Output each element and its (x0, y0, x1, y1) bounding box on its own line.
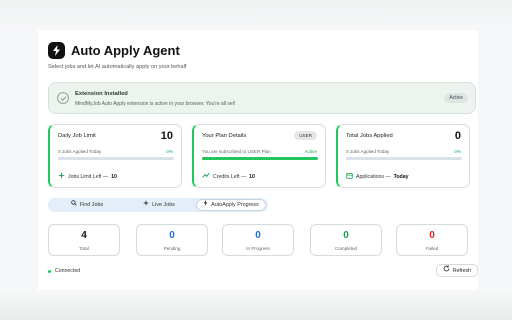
tab-label: Live Jobs (152, 202, 175, 208)
tab-autoapply-progress[interactable]: AutoApply Progress (196, 199, 266, 211)
card-label: Daily Job Limit (58, 133, 96, 139)
footer-value: 10 (249, 173, 255, 180)
card-label: Your Plan Details (202, 133, 247, 139)
refresh-icon (443, 264, 450, 277)
connection-status: Connected (48, 268, 80, 274)
card-subtext: 0 Jobs Applied Today (346, 149, 390, 154)
auto-apply-panel: Auto Apply Agent Select jobs and let AI … (38, 30, 478, 292)
stat-label: In Progress (246, 246, 270, 251)
page-subtitle: Select jobs and let AI automatically app… (48, 64, 187, 70)
footer-label: Credits Left — (213, 173, 247, 180)
card-subtext: You are subscribed to USER Plan (202, 149, 271, 154)
card-value: 0 (454, 130, 461, 142)
plan-details-card: Your Plan Details USER You are subscribe… (192, 124, 326, 188)
tab-find-jobs[interactable]: Find Jobs (52, 199, 122, 211)
status-dot-icon (48, 269, 51, 273)
lightning-logo-icon (48, 42, 65, 59)
card-percent: 0% (454, 149, 461, 154)
card-footer: Jobs Limit Left — 10 (58, 172, 117, 181)
lightning-icon (203, 199, 208, 211)
stat-pending: 0 Pending (136, 224, 208, 256)
page-title: Auto Apply Agent (71, 43, 180, 58)
stat-value: 0 (169, 230, 175, 241)
stat-label: Completed (334, 246, 358, 251)
connection-status-label: Connected (55, 268, 81, 274)
card-value: 10 (160, 130, 173, 142)
card-subtext: 0 Jobs Applied Today (58, 149, 102, 154)
total-jobs-applied-card: Total Jobs Applied 0 0 Jobs Applied Toda… (336, 124, 470, 188)
daily-job-limit-card: Daily Job Limit 10 0 Jobs Applied Today … (48, 124, 182, 188)
stat-value: 0 (343, 230, 349, 241)
window-top-bar (0, 0, 512, 26)
stat-in-progress: 0 In Progress (222, 224, 294, 256)
total-progress-bar (346, 157, 462, 160)
stat-value: 0 (255, 230, 261, 241)
tab-live-jobs[interactable]: Live Jobs (124, 199, 194, 211)
refresh-button[interactable]: Refresh (435, 264, 478, 277)
stat-completed: 0 Completed (310, 224, 382, 256)
plan-status-bar (202, 157, 318, 160)
stat-label: Pending (163, 246, 181, 251)
daily-progress-bar (58, 157, 174, 160)
window-bottom-bar (0, 290, 512, 320)
stat-failed: 0 Failed (396, 224, 468, 256)
card-footer: Applications — Today (346, 172, 409, 181)
card-label: Total Jobs Applied (346, 133, 393, 139)
search-icon (71, 199, 77, 211)
tab-label: Find Jobs (79, 202, 104, 208)
stat-total: 4 Total (48, 224, 120, 256)
footer-value: Today (393, 173, 409, 180)
alert-text: MindMyJob Auto Apply extension is active… (75, 101, 236, 107)
plan-status: Active (304, 149, 317, 154)
view-tabs: Find Jobs Live Jobs AutoApply Progress (48, 198, 268, 212)
stat-value: 0 (429, 230, 435, 241)
sparkle-icon (143, 199, 150, 211)
calendar-icon (346, 172, 353, 181)
alert-title: Extension Installed (75, 91, 128, 97)
status-badge: Active (444, 93, 468, 103)
refresh-label: Refresh (452, 267, 471, 274)
stat-value: 4 (81, 230, 87, 241)
footer-value: 10 (111, 173, 117, 180)
footer-label: Applications — (356, 173, 391, 180)
extension-installed-alert: Extension Installed MindMyJob Auto Apply… (48, 82, 476, 114)
check-circle-icon (57, 92, 69, 104)
credits-icon (202, 172, 210, 181)
sparkle-icon (58, 172, 65, 181)
card-footer: Credits Left — 10 (202, 172, 255, 181)
stat-label: Failed (425, 246, 439, 251)
footer-label: Jobs Limit Left — (68, 173, 109, 180)
card-percent: 0% (166, 149, 173, 154)
stat-label: Total (79, 246, 89, 251)
plan-badge: USER (294, 131, 317, 140)
tab-label: AutoApply Progress (211, 202, 259, 208)
